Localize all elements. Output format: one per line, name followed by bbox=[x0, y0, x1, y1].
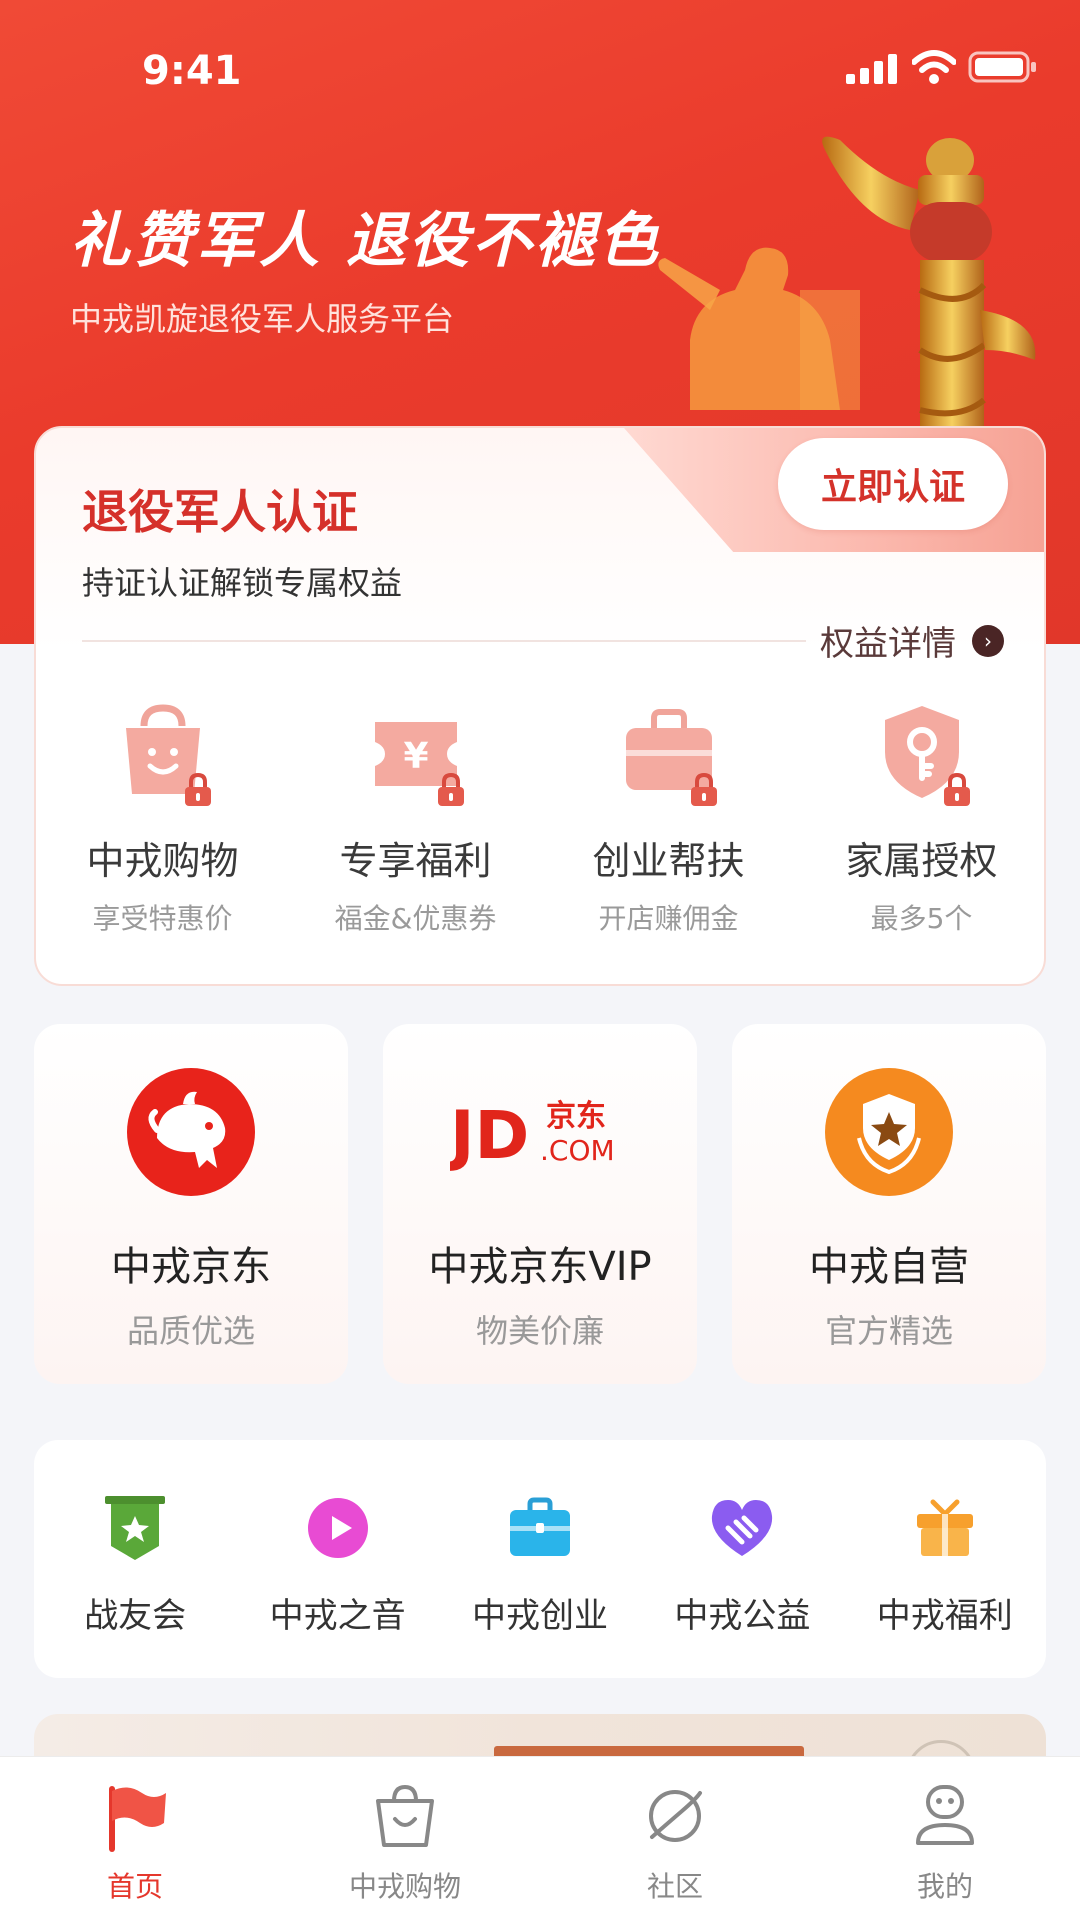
store-card-jd-vip[interactable]: JD 京东 .COM 中戎京东VIP 物美价廉 bbox=[383, 1024, 697, 1384]
benefit-sub: 最多5个 bbox=[870, 902, 973, 935]
quick-item-voice[interactable]: 中戎之音 bbox=[236, 1492, 438, 1678]
jd-logo-letters: JD bbox=[450, 1097, 529, 1174]
quick-label: 中戎公益 bbox=[674, 1596, 811, 1636]
quick-item-charity[interactable]: 中戎公益 bbox=[641, 1492, 843, 1678]
veteran-certification-card: 立即认证 退役军人认证 持证认证解锁专属权益 权益详情 › 中戎购物 享受特惠价… bbox=[34, 426, 1046, 986]
store-card-self-operated[interactable]: 中戎自营 官方精选 bbox=[732, 1024, 1046, 1384]
store-sub: 品质优选 bbox=[126, 1312, 255, 1350]
cert-title: 退役军人认证 bbox=[82, 485, 358, 539]
hero-title: 礼赞军人 退役不褪色 bbox=[70, 206, 661, 276]
store-card-jd[interactable]: 中戎京东 品质优选 bbox=[34, 1024, 348, 1384]
benefit-item-family-auth[interactable]: 家属授权 最多5个 bbox=[795, 698, 1044, 937]
certify-now-button[interactable]: 立即认证 bbox=[778, 438, 1008, 530]
quick-entry-panel: 战友会 中戎之音 中戎创业 中戎公益 中戎福利 bbox=[34, 1440, 1046, 1678]
store-name: 中戎京东VIP bbox=[428, 1244, 652, 1290]
benefit-item-shopping[interactable]: 中戎购物 享受特惠价 bbox=[36, 698, 289, 937]
planet-icon bbox=[649, 1790, 702, 1842]
jd-com-logo: JD 京东 .COM bbox=[446, 1097, 615, 1174]
flag-icon bbox=[109, 1786, 166, 1852]
divider bbox=[82, 640, 806, 642]
quick-item-comrades[interactable]: 战友会 bbox=[34, 1492, 236, 1678]
benefit-name: 家属授权 bbox=[845, 839, 998, 883]
tab-mine[interactable]: 我的 bbox=[810, 1757, 1080, 1920]
benefit-name: 创业帮扶 bbox=[592, 839, 745, 883]
star-badge-logo bbox=[825, 1068, 953, 1196]
lock-icon bbox=[184, 772, 211, 806]
jd-dog-logo bbox=[127, 1068, 255, 1196]
svg-text:¥: ¥ bbox=[403, 736, 428, 777]
briefcase-icon bbox=[509, 1497, 570, 1556]
benefit-item-entrepreneurship[interactable]: 创业帮扶 开店赚佣金 bbox=[542, 698, 795, 937]
quick-item-welfare[interactable]: 中戎福利 bbox=[844, 1492, 1046, 1678]
benefit-sub: 享受特惠价 bbox=[92, 902, 233, 935]
quick-label: 中戎创业 bbox=[471, 1596, 608, 1636]
benefit-name: 专享福利 bbox=[339, 839, 492, 883]
benefit-name: 中戎购物 bbox=[86, 839, 239, 883]
bottom-tab-bar: 首页 中戎购物 社区 我的 bbox=[0, 1756, 1080, 1920]
lock-icon bbox=[437, 772, 464, 806]
gift-icon bbox=[916, 1499, 973, 1556]
cert-description: 持证认证解锁专属权益 bbox=[82, 564, 403, 602]
signal-icon bbox=[846, 54, 897, 84]
heart-hands-icon bbox=[712, 1500, 773, 1556]
basket-icon bbox=[376, 1784, 434, 1847]
jd-logo-domain: .COM bbox=[540, 1134, 615, 1167]
quick-item-startup[interactable]: 中戎创业 bbox=[439, 1492, 641, 1678]
chevron-right-icon: › bbox=[972, 624, 1004, 657]
store-name: 中戎京东 bbox=[111, 1244, 271, 1290]
benefit-item-welfare[interactable]: ¥ 专享福利 福金&优惠券 bbox=[289, 698, 542, 937]
benefit-details-label: 权益详情 bbox=[820, 624, 956, 664]
person-icon bbox=[916, 1785, 974, 1845]
benefit-details-link[interactable]: 权益详情 › bbox=[820, 616, 1004, 665]
benefits-list: 中戎购物 享受特惠价 ¥ 专享福利 福金&优惠券 创业帮扶 开店赚佣金 家属授权… bbox=[36, 698, 1044, 937]
benefit-sub: 福金&优惠券 bbox=[334, 902, 497, 935]
tab-community[interactable]: 社区 bbox=[540, 1757, 810, 1920]
quick-label: 中戎福利 bbox=[876, 1596, 1013, 1636]
tab-label: 首页 bbox=[106, 1870, 163, 1903]
tab-shopping[interactable]: 中戎购物 bbox=[270, 1757, 540, 1920]
tab-home[interactable]: 首页 bbox=[0, 1757, 270, 1920]
tab-label: 中戎购物 bbox=[348, 1870, 461, 1903]
status-bar: 9:41 bbox=[0, 0, 1080, 140]
jd-logo-chinese: 京东 bbox=[546, 1099, 606, 1134]
status-time: 9:41 bbox=[142, 48, 242, 94]
store-sub: 物美价廉 bbox=[475, 1312, 604, 1350]
benefit-sub: 开店赚佣金 bbox=[598, 902, 739, 935]
tab-label: 我的 bbox=[916, 1870, 973, 1903]
lock-icon bbox=[943, 772, 970, 806]
quick-label: 战友会 bbox=[84, 1596, 187, 1636]
store-sub: 官方精选 bbox=[824, 1312, 953, 1350]
play-icon bbox=[307, 1498, 368, 1558]
tab-label: 社区 bbox=[646, 1870, 703, 1903]
quick-label: 中戎之音 bbox=[269, 1596, 406, 1636]
wifi-icon bbox=[912, 50, 956, 84]
store-cards: 中戎京东 品质优选 JD 京东 .COM 中戎京东VIP 物美价廉 中戎自营 官… bbox=[34, 1024, 1046, 1384]
banner-star-icon bbox=[105, 1496, 166, 1560]
lock-icon bbox=[690, 772, 717, 806]
battery-icon bbox=[968, 51, 1036, 83]
hero-subtitle: 中戎凯旋退役军人服务平台 bbox=[70, 300, 455, 338]
store-name: 中戎自营 bbox=[809, 1244, 969, 1290]
